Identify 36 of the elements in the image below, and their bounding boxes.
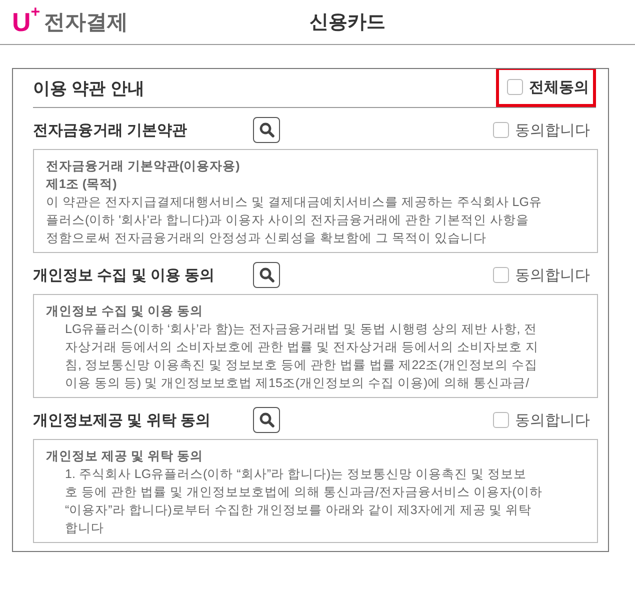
terms-title: 개인정보 수집 및 이용 동의: [33, 266, 216, 284]
search-icon: [258, 267, 274, 283]
terms-paragraph: 이용 동의 등) 및 개인정보보호법 제15조(개인정보의 수집 이용)에 의해 통신과금/: [64, 375, 530, 392]
terms-heading: 개인정보 수집 및 이용 동의: [46, 303, 204, 320]
terms-heading: 전자금융거래 기본약관(이용자용): [46, 158, 241, 175]
terms-paragraph: LG유플러스(이하 ‘회사’라 함)는 전자금융거래법 및 동법 시행령 상의 제반 사항, 전: [64, 321, 538, 338]
terms-paragraph: 이 약관은 전자지급결제대행서비스 및 결제대금예치서비스를 제공하는 주식회사 LG유: [46, 194, 543, 211]
terms-paragraph: 플러스(이하 '회사'라 합니다)과 이용자 사이의 전자금융거래에 관한 기본적인 사항을: [46, 212, 530, 229]
checkbox[interactable]: [493, 412, 509, 428]
search-icon: [258, 122, 274, 138]
terms-paragraph: 자상거래 등에서의 소비자보호에 관한 법률 및 전자상거래 등에서의 소비자보호 지: [64, 339, 540, 356]
terms-paragraph: 침, 정보통신망 이용촉진 및 정보보호 등에 관한 법률 법률 제22조(개인정보의 수집: [64, 357, 538, 374]
terms-heading: 제1조 (목적): [46, 176, 118, 193]
logo: U+ 전자결제: [12, 8, 130, 36]
checkbox[interactable]: [507, 79, 523, 95]
terms-paragraph: “이용자”라 합니다)로부터 수집한 개인정보를 아래와 같이 제3자에게 제공 및 위탁: [64, 502, 533, 519]
search-button[interactable]: [253, 262, 280, 288]
section-title: 이용 약관 안내: [33, 78, 144, 100]
search-button[interactable]: [253, 407, 280, 433]
terms-title: 전자금융거래 기본약관: [33, 120, 188, 140]
page-title: 신용카드: [310, 11, 386, 35]
search-icon: [258, 412, 274, 428]
checkbox[interactable]: [493, 267, 509, 283]
search-button[interactable]: [253, 117, 280, 143]
terms-heading: 개인정보 제공 및 위탁 동의: [46, 448, 204, 465]
agree-all-option[interactable]: 전체동의: [496, 69, 596, 107]
terms-paragraph: 합니다: [64, 520, 105, 537]
agree-all-label: 전체동의: [529, 78, 589, 96]
terms-paragraph: 1. 주식회사 LG유플러스(이하 “회사”라 합니다)는 정보통신망 이용촉진 및 정보보: [64, 466, 528, 483]
terms-paragraph: 정함으로써 전자금융거래의 안정성과 신뢰성을 확보함에 그 목적이 있습니다: [46, 230, 488, 247]
checkbox[interactable]: [493, 122, 509, 138]
terms-title: 개인정보제공 및 위탁 동의: [33, 410, 212, 430]
terms-paragraph: 호 등에 관한 법률 및 개인정보보호법에 의해 통신과금/전자금융서비스 이용자(이하: [64, 484, 544, 501]
agree-label: 동의합니다: [515, 410, 590, 430]
agree-label: 동의합니다: [515, 120, 590, 140]
agree-label: 동의합니다: [515, 266, 590, 284]
